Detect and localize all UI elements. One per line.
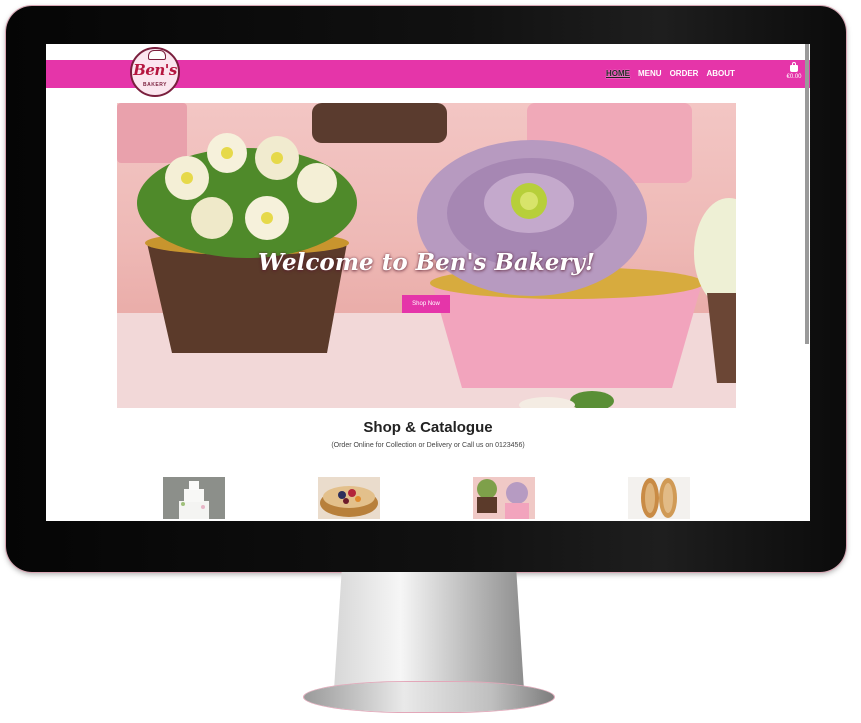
shopping-bag-icon (790, 62, 798, 72)
page-scrollbar[interactable] (805, 44, 809, 344)
logo-text: Ben's (133, 61, 177, 79)
nav-menu: HOME MENU ORDER ABOUT (606, 69, 735, 79)
shop-section-subtitle: (Order Online for Collection or Delivery… (331, 442, 525, 449)
logo-subtext: BAKERY (143, 82, 167, 88)
monitor-stand (334, 572, 524, 690)
shop-now-button[interactable]: Shop Now (402, 295, 450, 313)
hero-title: Welcome to Ben's Bakery! (258, 249, 595, 276)
cart-button[interactable]: €0.00 (783, 62, 805, 80)
product-thumb-wedding-cake[interactable] (163, 477, 225, 519)
nav-link-home[interactable]: HOME (606, 69, 630, 79)
product-thumb-cupcakes[interactable] (473, 477, 535, 519)
hero-banner: Welcome to Ben's Bakery! Shop Now (117, 103, 736, 408)
shop-section-title: Shop & Catalogue (363, 419, 493, 436)
website-screen: HOME MENU ORDER ABOUT €0.00 Ben's BAKERY (46, 44, 810, 521)
scrollbar-thumb[interactable] (805, 44, 809, 344)
monitor-base (304, 682, 554, 712)
product-thumb-fruit-tart[interactable] (318, 477, 380, 519)
cart-total: €0.00 (786, 74, 802, 80)
nav-link-order[interactable]: ORDER (670, 69, 699, 79)
nav-link-about[interactable]: ABOUT (706, 69, 734, 79)
product-thumb-bread[interactable] (628, 477, 690, 519)
nav-link-menu[interactable]: MENU (638, 69, 662, 79)
chef-hat-icon (148, 50, 166, 60)
bakery-logo[interactable]: Ben's BAKERY (130, 47, 180, 97)
